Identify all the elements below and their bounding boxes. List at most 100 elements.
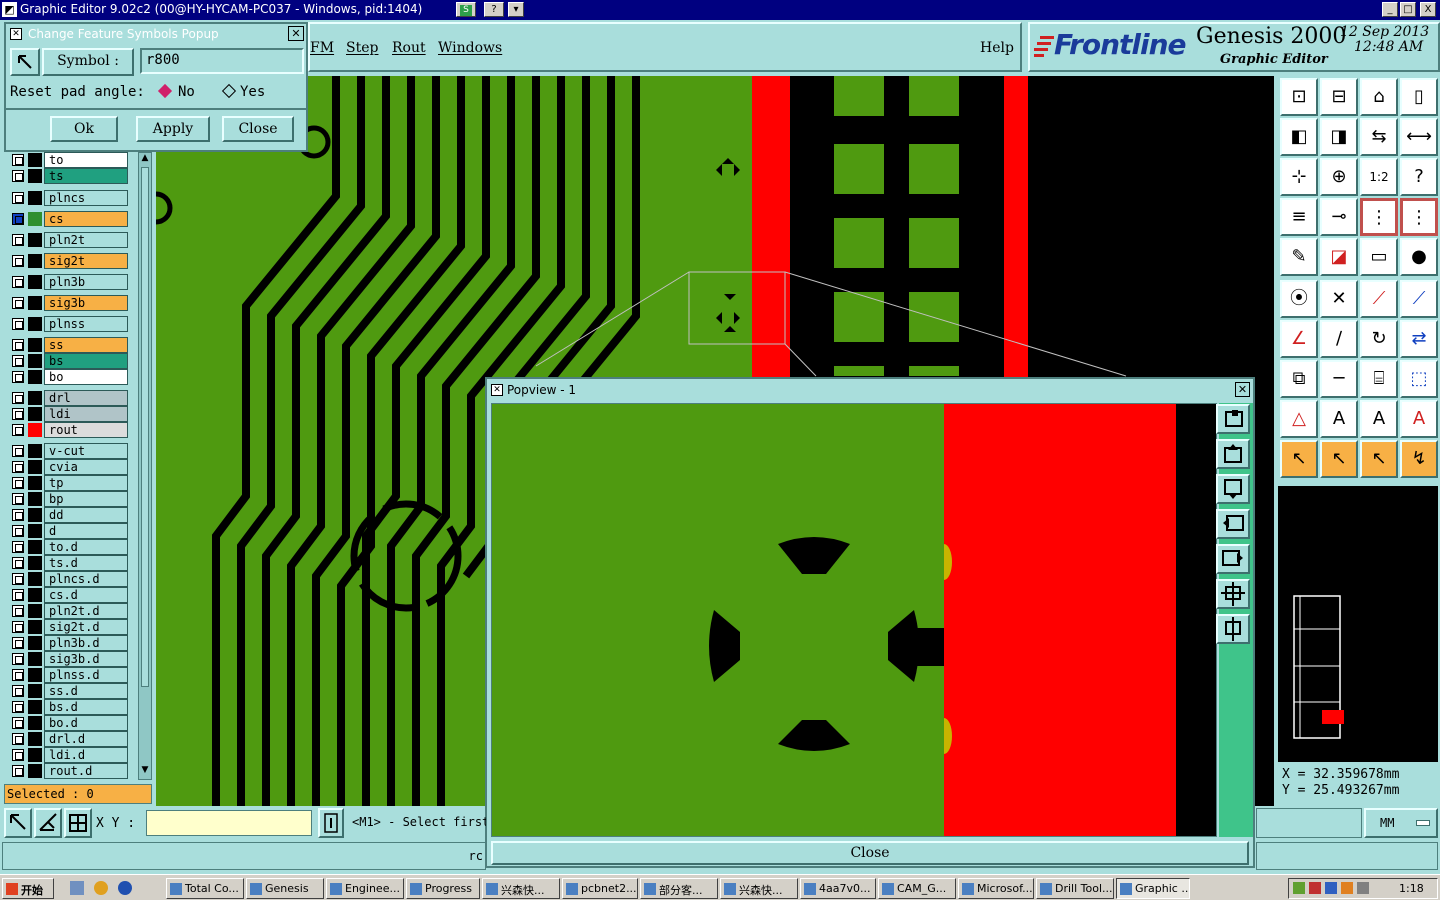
radio-yes-icon[interactable] (221, 83, 237, 99)
line-icon[interactable]: ∕ (1320, 320, 1358, 358)
snap-icon[interactable]: ⟷ (1400, 118, 1438, 156)
layer-color-swatch[interactable] (28, 652, 42, 666)
layer-color-swatch[interactable] (28, 524, 42, 538)
layer-row-pln3b[interactable]: pln3b (8, 274, 128, 290)
layer-row-ldi[interactable]: ldi (8, 406, 128, 422)
layer-name[interactable]: v-cut (44, 443, 128, 459)
layer-row-ldi-d[interactable]: ldi.d (8, 747, 128, 763)
layer-checkbox[interactable] (12, 621, 24, 633)
layer-checkbox[interactable] (12, 170, 24, 182)
layer-name[interactable]: d (44, 523, 128, 539)
draw-icon[interactable]: ◪ (1320, 238, 1358, 276)
layer-name[interactable]: sig2t.d (44, 619, 128, 635)
tray-icon-1[interactable] (1293, 882, 1305, 894)
popup-title-bar[interactable]: ✕ Change Feature Symbols Popup ✕ (6, 24, 306, 44)
popview-pan-up-icon[interactable] (1216, 439, 1250, 469)
popview-canvas[interactable] (491, 403, 1217, 837)
layer-row-cvia[interactable]: cvia (8, 459, 128, 475)
scroll-down-icon[interactable]: ▼ (139, 765, 151, 777)
scroll-thumb[interactable] (141, 167, 149, 687)
layer-row-ts[interactable]: ts (8, 168, 128, 184)
layer-name[interactable]: ldi (44, 406, 128, 422)
layer-row-sig3b[interactable]: sig3b (8, 295, 128, 311)
layer-name[interactable]: ss (44, 337, 128, 353)
layer-checkbox[interactable] (12, 669, 24, 681)
layer-checkbox[interactable] (12, 477, 24, 489)
layer-checkbox[interactable] (12, 297, 24, 309)
layer-name[interactable]: ts.d (44, 555, 128, 571)
shape-icon[interactable]: ⧉ (1280, 360, 1318, 398)
layer-color-swatch[interactable] (28, 604, 42, 618)
layer-checkbox[interactable] (12, 154, 24, 166)
layer-row-bo-d[interactable]: bo.d (8, 715, 128, 731)
layer-row-plnss[interactable]: plnss (8, 316, 128, 332)
layer-name[interactable]: bs.d (44, 699, 128, 715)
layer-row-ss[interactable]: ss (8, 337, 128, 353)
layer-checkbox[interactable] (12, 461, 24, 473)
popview-pan-right-icon[interactable] (1216, 544, 1250, 574)
layer-color-swatch[interactable] (28, 354, 42, 368)
taskbar-item[interactable]: Microsof... (958, 878, 1034, 899)
pad-icon[interactable]: ⊸ (1320, 198, 1358, 236)
layer-checkbox[interactable] (12, 653, 24, 665)
layer-list-scrollbar[interactable]: ▲ ▼ (138, 152, 152, 780)
xy-input[interactable] (146, 810, 312, 836)
layer-color-swatch[interactable] (28, 233, 42, 247)
popview-pan-down-icon[interactable] (1216, 474, 1250, 504)
flip-icon[interactable]: ⇄ (1400, 320, 1438, 358)
layer-row-drl[interactable]: drl (8, 390, 128, 406)
layer-color-swatch[interactable] (28, 556, 42, 570)
layer-name[interactable]: pln2t (44, 232, 128, 248)
maximize-button[interactable]: □ (1400, 2, 1416, 17)
minimize-button[interactable]: _ (1382, 2, 1398, 17)
close-button[interactable]: Close (222, 116, 294, 142)
window-title-bar[interactable]: ◩ Graphic Editor 9.02c2 (00@HY-HYCAM-PC0… (0, 0, 1440, 20)
dot-icon[interactable]: ● (1400, 238, 1438, 276)
ok-button[interactable]: Ok (50, 116, 118, 142)
layer-name[interactable]: plncs (44, 190, 128, 206)
taskbar-item[interactable]: Genesis (246, 878, 324, 899)
popup-menu-icon[interactable]: ✕ (10, 28, 22, 40)
layer-color-swatch[interactable] (28, 764, 42, 778)
layer-color-swatch[interactable] (28, 716, 42, 730)
tray-icon-5[interactable] (1357, 882, 1369, 894)
taskbar-item[interactable]: 部分客... (640, 878, 718, 899)
measure-icon[interactable]: ⌸ (1360, 360, 1398, 398)
layer-row-ts-d[interactable]: ts.d (8, 555, 128, 571)
layer-color-swatch[interactable] (28, 684, 42, 698)
layer-color-swatch[interactable] (28, 169, 42, 183)
tray-icon-4[interactable] (1341, 882, 1353, 894)
layer-row-to[interactable]: to (8, 152, 128, 168)
layer-name[interactable]: cs.d (44, 587, 128, 603)
ruler-icon[interactable]: ▭ (1360, 238, 1398, 276)
dash-icon[interactable]: ─ (1320, 360, 1358, 398)
apply-button[interactable]: Apply (136, 116, 210, 142)
paint-icon[interactable]: ✎ (1280, 238, 1318, 276)
layer-row-drl-d[interactable]: drl.d (8, 731, 128, 747)
layer-checkbox[interactable] (12, 213, 24, 225)
minimap[interactable] (1278, 486, 1438, 762)
connect-icon[interactable]: ⦿ (1280, 280, 1318, 318)
layer-color-swatch[interactable] (28, 391, 42, 405)
layer-checkbox[interactable] (12, 255, 24, 267)
layer-checkbox[interactable] (12, 733, 24, 745)
status-select-icon[interactable] (4, 808, 32, 838)
layer-color-swatch[interactable] (28, 620, 42, 634)
layer-checkbox[interactable] (12, 234, 24, 246)
layer-name[interactable]: to.d (44, 539, 128, 555)
net-select-icon[interactable]: ⋮ (1360, 198, 1398, 236)
layer-color-swatch[interactable] (28, 588, 42, 602)
layer-color-swatch[interactable] (28, 338, 42, 352)
layer-name[interactable]: plncs.d (44, 571, 128, 587)
symbol-picker-button[interactable] (10, 48, 40, 76)
layer-row-tp[interactable]: tp (8, 475, 128, 491)
status-info-icon[interactable] (318, 808, 344, 838)
layer-row-rout[interactable]: rout (8, 422, 128, 438)
popup-close-icon[interactable]: ✕ (288, 26, 304, 41)
layer-name[interactable]: plnss.d (44, 667, 128, 683)
settings-icon[interactable]: ≡ (1280, 198, 1318, 236)
layer-row-sig2t-d[interactable]: sig2t.d (8, 619, 128, 635)
layer-row-cs-d[interactable]: cs.d (8, 587, 128, 603)
menu-step[interactable]: Step (346, 40, 378, 56)
layer-name[interactable]: cvia (44, 459, 128, 475)
